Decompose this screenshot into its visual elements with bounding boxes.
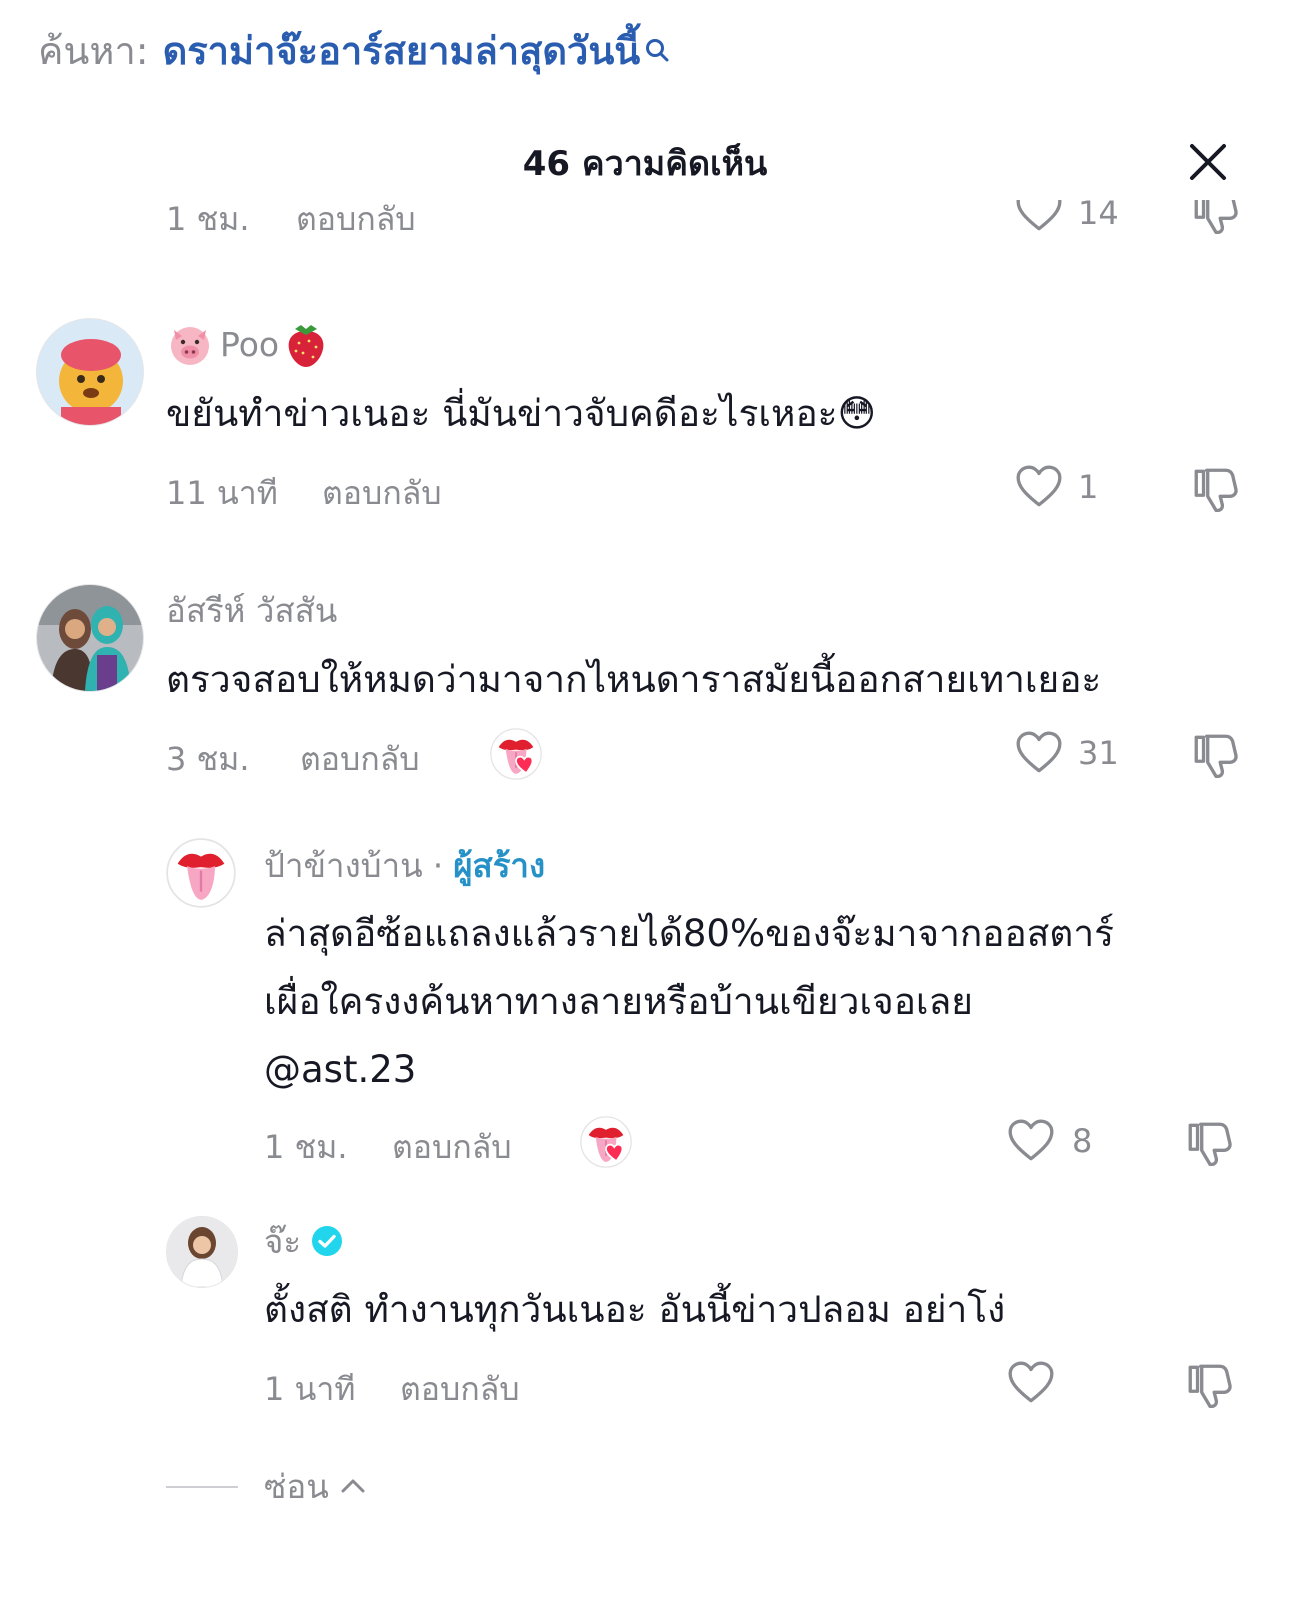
creator-liked-icon (580, 1116, 632, 1168)
avatar[interactable] (36, 584, 144, 692)
strawberry-emoji-icon (288, 325, 324, 367)
reply-button[interactable]: ตอบกลับ (300, 734, 420, 785)
search-icon[interactable] (644, 28, 670, 72)
separator-dot: · (432, 845, 444, 885)
avatar[interactable] (36, 318, 144, 426)
like-count: 1 (1078, 468, 1099, 506)
partial-comment: 1 ชม. ตอบกลับ 14 (0, 200, 1290, 250)
reply-text-line: เผื่อใครงงค้นหาทางลายหรือบ้านเขียวเจอเลย (264, 980, 973, 1023)
heart-icon[interactable] (1014, 200, 1064, 236)
chevron-up-icon (341, 1479, 365, 1493)
comment-time: 1 ชม. (166, 200, 250, 238)
reply-text-line: ล่าสุดอีซ้อแถลงแล้วรายได้80%ของจ๊ะมาจากอ… (264, 912, 1114, 955)
like-count: 14 (1078, 200, 1119, 232)
heart-icon[interactable] (1006, 1358, 1056, 1408)
reply-text: ตั้งสติ ทำงานทุกวันเนอะ อันนี้ข่าวปลอม อ… (264, 1288, 1006, 1331)
creator-badge: ผู้สร้าง (453, 845, 546, 885)
close-icon[interactable] (1184, 138, 1232, 186)
comment-count-title: 46 ความคิดเห็น (522, 144, 768, 184)
like-count: 8 (1072, 1122, 1093, 1160)
comment-username[interactable]: Poo (166, 318, 329, 370)
hide-replies-label: ซ่อน (264, 1466, 329, 1506)
comment-username-text: Poo (220, 324, 280, 364)
reply-text: ล่าสุดอีซ้อแถลงแล้วรายได้80%ของจ๊ะมาจากอ… (264, 900, 1274, 1104)
dislike-icon[interactable] (1184, 1360, 1234, 1410)
heart-icon[interactable] (1014, 728, 1064, 778)
dislike-icon[interactable] (1190, 730, 1240, 780)
search-prefix: ค้นหา: (38, 28, 149, 73)
heart-icon[interactable] (1014, 462, 1064, 512)
reply-username[interactable]: จ๊ะ (264, 1216, 343, 1266)
reply-time: 1 นาที (264, 1370, 356, 1408)
creator-liked-icon (490, 728, 542, 780)
comment-username[interactable]: อัสรีห์ วัสสัน (166, 586, 337, 634)
reply-button[interactable]: ตอบกลับ (322, 468, 442, 519)
reply-username-text: ป้าข้างบ้าน (264, 845, 423, 885)
dislike-icon[interactable] (1190, 464, 1240, 514)
hide-replies-button[interactable]: ซ่อน (264, 1462, 367, 1510)
reply-username-text: จ๊ะ (264, 1221, 302, 1261)
search-query[interactable]: ดราม่าจ๊ะอาร์สยามล่าสุดวันนี้ (163, 20, 641, 81)
reply-time: 1 ชม. (264, 1128, 348, 1166)
comment-time: 11 นาที (166, 474, 278, 512)
avatar[interactable] (166, 838, 236, 908)
dislike-icon[interactable] (1184, 1118, 1234, 1168)
reply-button[interactable]: ตอบกลับ (392, 1122, 512, 1173)
comment-time: 3 ชม. (166, 740, 250, 778)
reply-button[interactable]: ตอบกลับ (296, 200, 416, 245)
comment-text: ตรวจสอบให้หมดว่ามาจากไหนดาราสมัยนี้ออกสา… (166, 658, 1102, 701)
avatar[interactable] (166, 1216, 238, 1288)
comment-text: ขยันทำข่าวเนอะ นี่มันข่าวจับคดีอะไรเหอะ😳 (166, 392, 877, 435)
heart-icon[interactable] (1006, 1116, 1056, 1166)
divider (166, 1486, 238, 1488)
verified-icon (312, 1226, 343, 1256)
search-bar[interactable]: ค้นหา: ดราม่าจ๊ะอาร์สยามล่าสุดวันนี้ (38, 22, 670, 78)
mention-link[interactable]: @ast.23 (264, 1036, 1274, 1104)
reply-username[interactable]: ป้าข้างบ้าน · ผู้สร้าง (264, 840, 545, 890)
dislike-icon[interactable] (1190, 200, 1240, 236)
reply-button[interactable]: ตอบกลับ (400, 1364, 520, 1415)
pig-emoji-icon (171, 327, 209, 365)
like-count: 31 (1078, 734, 1119, 772)
